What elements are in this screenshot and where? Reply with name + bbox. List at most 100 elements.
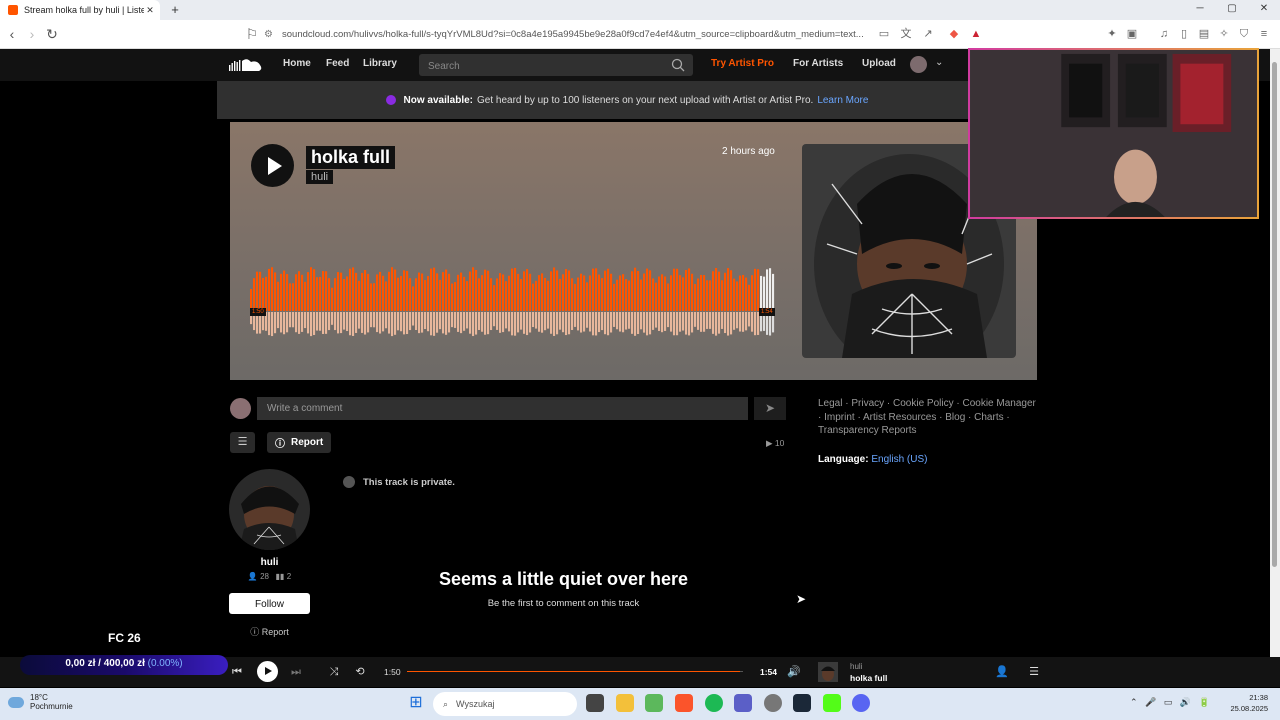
now-playing-artist[interactable]: huli [850,662,862,671]
try-artist-pro-link[interactable]: Try Artist Pro [711,58,774,69]
browser-tab-bar: Stream holka full by huli | Listen ✕ + ─… [0,0,1280,20]
taskbar-search[interactable]: ⌕ Wyszukaj [433,692,577,716]
reload-icon[interactable]: ↻ [42,24,62,44]
search-input[interactable] [419,54,670,78]
cloud-icon [8,697,24,708]
close-tab-icon[interactable]: ✕ [144,5,156,16]
brave-browser-icon[interactable] [675,694,693,712]
language-value[interactable]: English (US) [871,454,927,465]
soundcloud-logo-icon[interactable] [229,58,263,72]
artist-report-label: Report [261,627,289,637]
kick-icon[interactable] [823,694,841,712]
donation-goal: 0,00 zł / 400,00 zł (0.00%) [20,655,228,675]
follow-artist-icon[interactable]: 👤 [994,664,1010,680]
weather-temp: 18°C [30,693,48,702]
teams-icon[interactable] [734,694,752,712]
address-bar[interactable]: ⚙ soundcloud.com/hulivvs/holka-full/s-ty… [264,23,874,45]
banner-text: Get heard by up to 100 listeners on your… [477,94,814,106]
repeat-icon[interactable]: ⟲ [352,664,368,680]
url-text[interactable]: soundcloud.com/hulivvs/holka-full/s-tyqY… [282,29,864,40]
next-track-icon[interactable]: ⏭ [288,664,304,680]
bookmark-icon[interactable]: ⚐ [242,24,262,44]
tray-icons[interactable]: ⌃ 🎤 ▭ 🔊 🔋 [1130,697,1210,708]
tracks-count[interactable]: 2 [287,572,291,581]
file-explorer-icon[interactable] [616,694,634,712]
vpn-icon[interactable]: ⛉ [1236,25,1252,43]
track-artist-link[interactable]: huli [306,170,334,184]
artist-stats: 👤 28 ▮▮ 2 [229,572,310,581]
scrollbar-thumb[interactable] [1272,62,1277,567]
cast-icon[interactable]: ▭ [876,25,892,43]
chevron-down-icon[interactable]: ⌄ [935,57,943,68]
sidebar-icon[interactable]: ▯ [1176,25,1192,43]
mouse-cursor-icon: ➤ [796,592,807,606]
extensions-icon[interactable]: ✦ [1104,25,1120,43]
play-count: ▶ 10 [766,438,784,449]
shuffle-icon[interactable]: ⤨ [326,664,342,680]
menu-icon[interactable]: ≡ [1256,25,1272,43]
empty-comments-subtitle: Be the first to comment on this track [487,598,640,609]
for-artists-link[interactable]: For Artists [793,58,843,69]
search-icon[interactable] [671,58,685,72]
leo-ai-icon[interactable]: ✧ [1216,25,1232,43]
volume-icon[interactable]: 🔊 [786,664,802,680]
brave-shield-icon[interactable]: ◆ [946,25,962,43]
close-window-button[interactable]: ✕ [1248,0,1280,20]
nav-library[interactable]: Library [363,58,397,69]
follow-button[interactable]: Follow [229,593,310,614]
language-label: Language: [818,454,869,465]
comment-filter-button[interactable]: ☰ [230,432,255,453]
windows-taskbar: 18°C Pochmurnie ⊞ ⌕ Wyszukaj ⌃ 🎤 ▭ 🔊 🔋 2… [0,688,1280,720]
weather-widget[interactable]: 18°C Pochmurnie [8,693,73,711]
artist-report-link[interactable]: ⓘ Report [229,625,310,638]
wallet-icon[interactable]: ▤ [1196,25,1212,43]
private-track-note: This track is private. [343,476,455,488]
previous-track-icon[interactable]: ⏮ [229,664,245,680]
waveform-duration: 1:54 [759,308,775,316]
brave-rewards-icon[interactable]: ▲ [968,25,984,43]
private-note-text: This track is private. [363,476,455,488]
settings-icon[interactable] [764,694,782,712]
browser-tab[interactable]: Stream holka full by huli | Listen ✕ [0,0,160,20]
nvidia-icon[interactable] [645,694,663,712]
site-settings-icon[interactable]: ⚙ [264,29,276,40]
screenshot-icon[interactable]: ▣ [1124,25,1140,43]
queue-icon[interactable]: ☰ [1026,664,1042,680]
back-icon[interactable]: ‹ [2,24,22,44]
media-icon[interactable]: ♫ [1156,25,1172,43]
now-playing-title[interactable]: holka full [850,673,887,683]
task-view-icon[interactable] [586,694,604,712]
waveform[interactable] [250,267,775,337]
comment-input[interactable] [257,397,748,420]
spotify-icon[interactable] [705,694,723,712]
minimize-button[interactable]: ─ [1184,0,1216,20]
taskbar-search-label: Wyszukaj [456,699,495,709]
footer-links[interactable]: Legal · Privacy · Cookie Policy · Cookie… [818,397,1040,438]
system-clock[interactable]: 21:38 25.08.2025 [1230,692,1268,714]
followers-count[interactable]: 28 [260,572,269,581]
send-comment-icon[interactable]: ➤ [754,397,786,420]
player-progress-bar[interactable] [407,671,743,672]
steam-icon[interactable] [793,694,811,712]
nav-feed[interactable]: Feed [326,58,349,69]
upload-link[interactable]: Upload [862,58,896,69]
search-box[interactable] [419,54,693,78]
user-avatar[interactable] [910,56,927,73]
share-icon[interactable]: ↗ [920,25,936,43]
maximize-button[interactable]: ▢ [1216,0,1248,20]
language-selector[interactable]: Language: English (US) [818,454,927,465]
report-button[interactable]: ⓘ Report [267,432,332,453]
translate-icon[interactable]: 文 [898,25,914,43]
nav-home[interactable]: Home [283,58,311,69]
forward-icon[interactable]: › [22,24,42,44]
play-button[interactable] [251,144,294,187]
discord-icon[interactable] [852,694,870,712]
artist-name[interactable]: huli [229,557,310,568]
learn-more-link[interactable]: Learn More [817,95,868,106]
artist-avatar[interactable] [229,469,310,550]
now-playing-artwork[interactable] [818,662,838,682]
new-tab-button[interactable]: + [168,2,182,18]
player-play-button[interactable] [257,661,278,682]
windows-start-icon[interactable]: ⊞ [407,694,425,712]
report-icon: ⓘ [250,627,260,637]
